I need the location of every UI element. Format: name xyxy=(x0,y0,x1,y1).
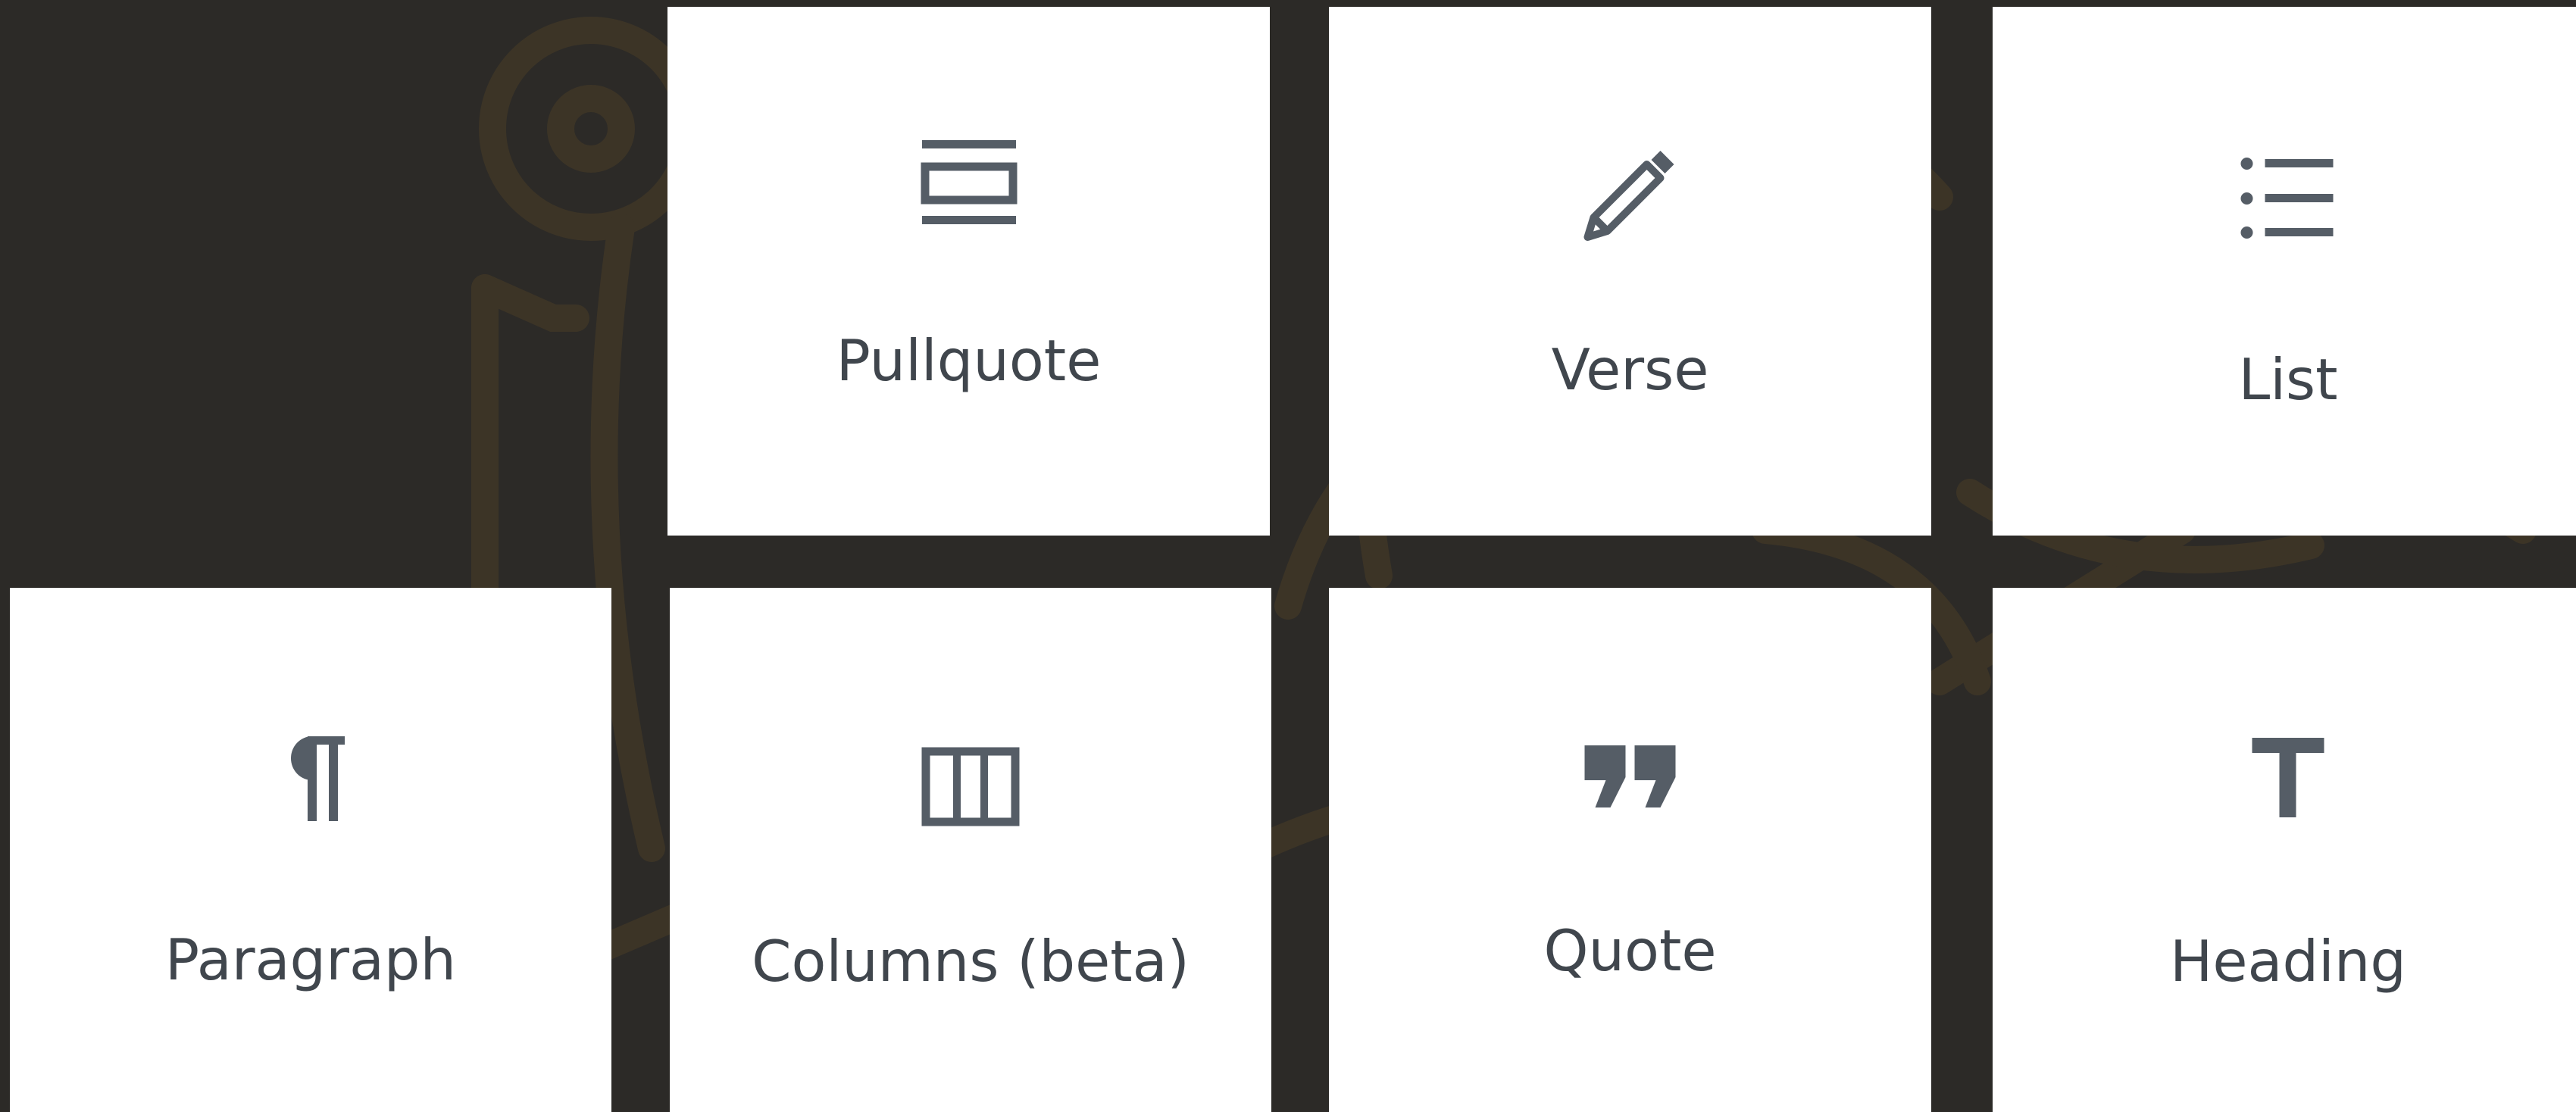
block-heading[interactable]: Heading xyxy=(1993,588,2576,1112)
quote-icon xyxy=(1583,744,1677,808)
block-label: Paragraph xyxy=(164,926,457,993)
heading-icon xyxy=(2252,738,2324,817)
paragraph-icon xyxy=(273,736,349,823)
block-columns[interactable]: Columns (beta) xyxy=(670,588,1271,1112)
block-label: Heading xyxy=(2169,928,2407,995)
block-list[interactable]: List xyxy=(1993,7,2576,536)
columns-icon xyxy=(921,747,1020,826)
block-quote[interactable]: Quote xyxy=(1329,588,1931,1112)
pencil-icon xyxy=(1583,147,1677,242)
block-verse[interactable]: Verse xyxy=(1329,7,1931,536)
list-icon xyxy=(2240,157,2336,240)
block-pullquote[interactable]: Pullquote xyxy=(667,7,1270,536)
block-label: List xyxy=(2238,346,2338,413)
block-label: Verse xyxy=(1551,336,1709,403)
pullquote-icon xyxy=(920,140,1018,227)
block-label: Columns (beta) xyxy=(752,928,1190,995)
block-label: Pullquote xyxy=(836,327,1102,394)
block-paragraph[interactable]: Paragraph xyxy=(10,588,611,1112)
block-label: Quote xyxy=(1543,917,1717,984)
